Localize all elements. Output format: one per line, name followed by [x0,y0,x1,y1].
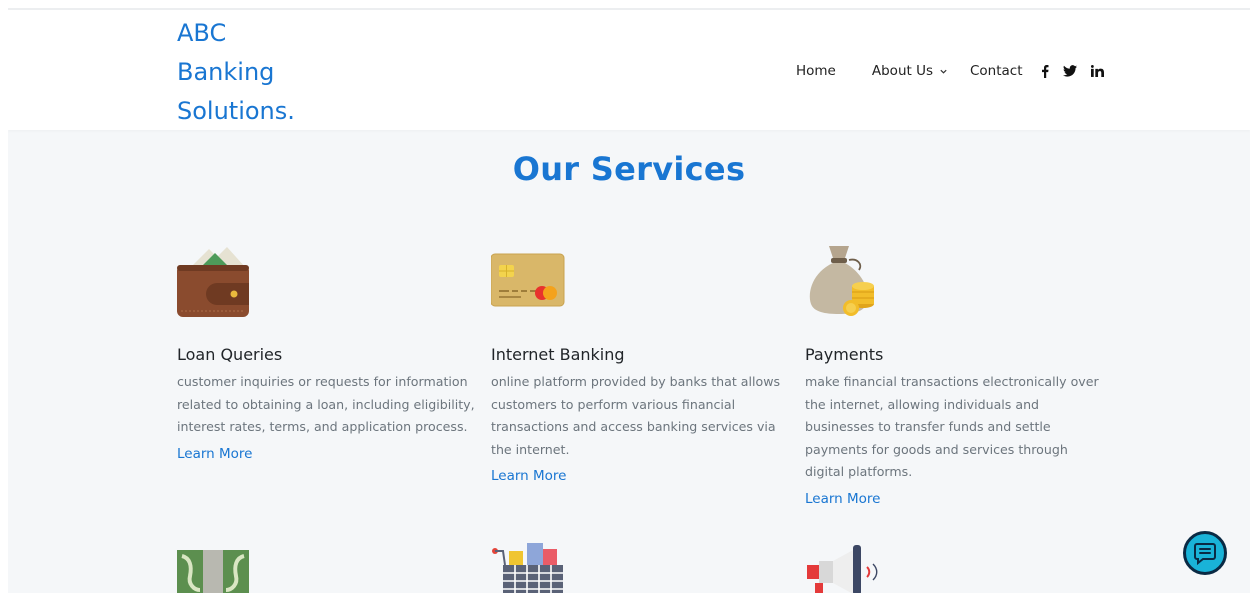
twitter-icon[interactable] [1062,65,1077,77]
nav-about-us-dropdown[interactable]: About Us [872,63,948,79]
nav-home[interactable]: Home [796,63,836,79]
learn-more-link[interactable]: Learn More [177,446,253,462]
nav-contact[interactable]: Contact [970,63,1023,79]
service-card-internet-banking: Internet Banking online platform provide… [491,247,791,489]
service-title: Loan Queries [177,345,283,364]
service-description: make financial transactions electronical… [805,374,1099,479]
section-title: Our Services [512,150,746,188]
banknote-icon [177,550,249,593]
services-section: Our Services Loan Queries customer inqui… [8,130,1250,593]
megaphone-icon [807,545,878,593]
credit-card-icon [491,253,565,307]
main-nav: Home About Us Contact [796,60,1118,82]
page: ABC Banking Solutions. Home About Us Con… [0,0,1250,593]
window-top-edge [0,0,1250,10]
linkedin-icon[interactable] [1090,65,1104,77]
money-bag-icon [809,246,874,316]
chevron-down-icon [940,69,947,74]
brand-line-3: Solutions. [177,97,295,125]
learn-more-link[interactable]: Learn More [805,491,881,507]
brand-line-1: ABC [177,19,227,47]
service-title: Payments [805,345,884,364]
service-card-payments: Payments make financial transactions ele… [805,242,1105,512]
facebook-icon[interactable] [1041,64,1049,78]
site-header: ABC Banking Solutions. Home About Us Con… [8,10,1250,130]
nav-about-us[interactable]: About Us [872,63,933,79]
chat-icon [1194,543,1216,565]
learn-more-link[interactable]: Learn More [491,468,567,484]
wallet-icon [177,247,249,317]
social-links [1041,64,1118,78]
service-title: Internet Banking [491,345,625,364]
brand-logo[interactable]: ABC Banking Solutions. [177,14,377,131]
window-left-edge [0,0,8,593]
brand-line-2: Banking [177,58,275,86]
service-description: online platform provided by banks that a… [491,374,781,457]
service-description: customer inquiries or requests for infor… [177,374,475,434]
shopping-cart-icon [492,543,563,593]
chat-button[interactable] [1183,531,1227,575]
service-card-loan-queries: Loan Queries customer inquiries or reque… [177,247,477,467]
